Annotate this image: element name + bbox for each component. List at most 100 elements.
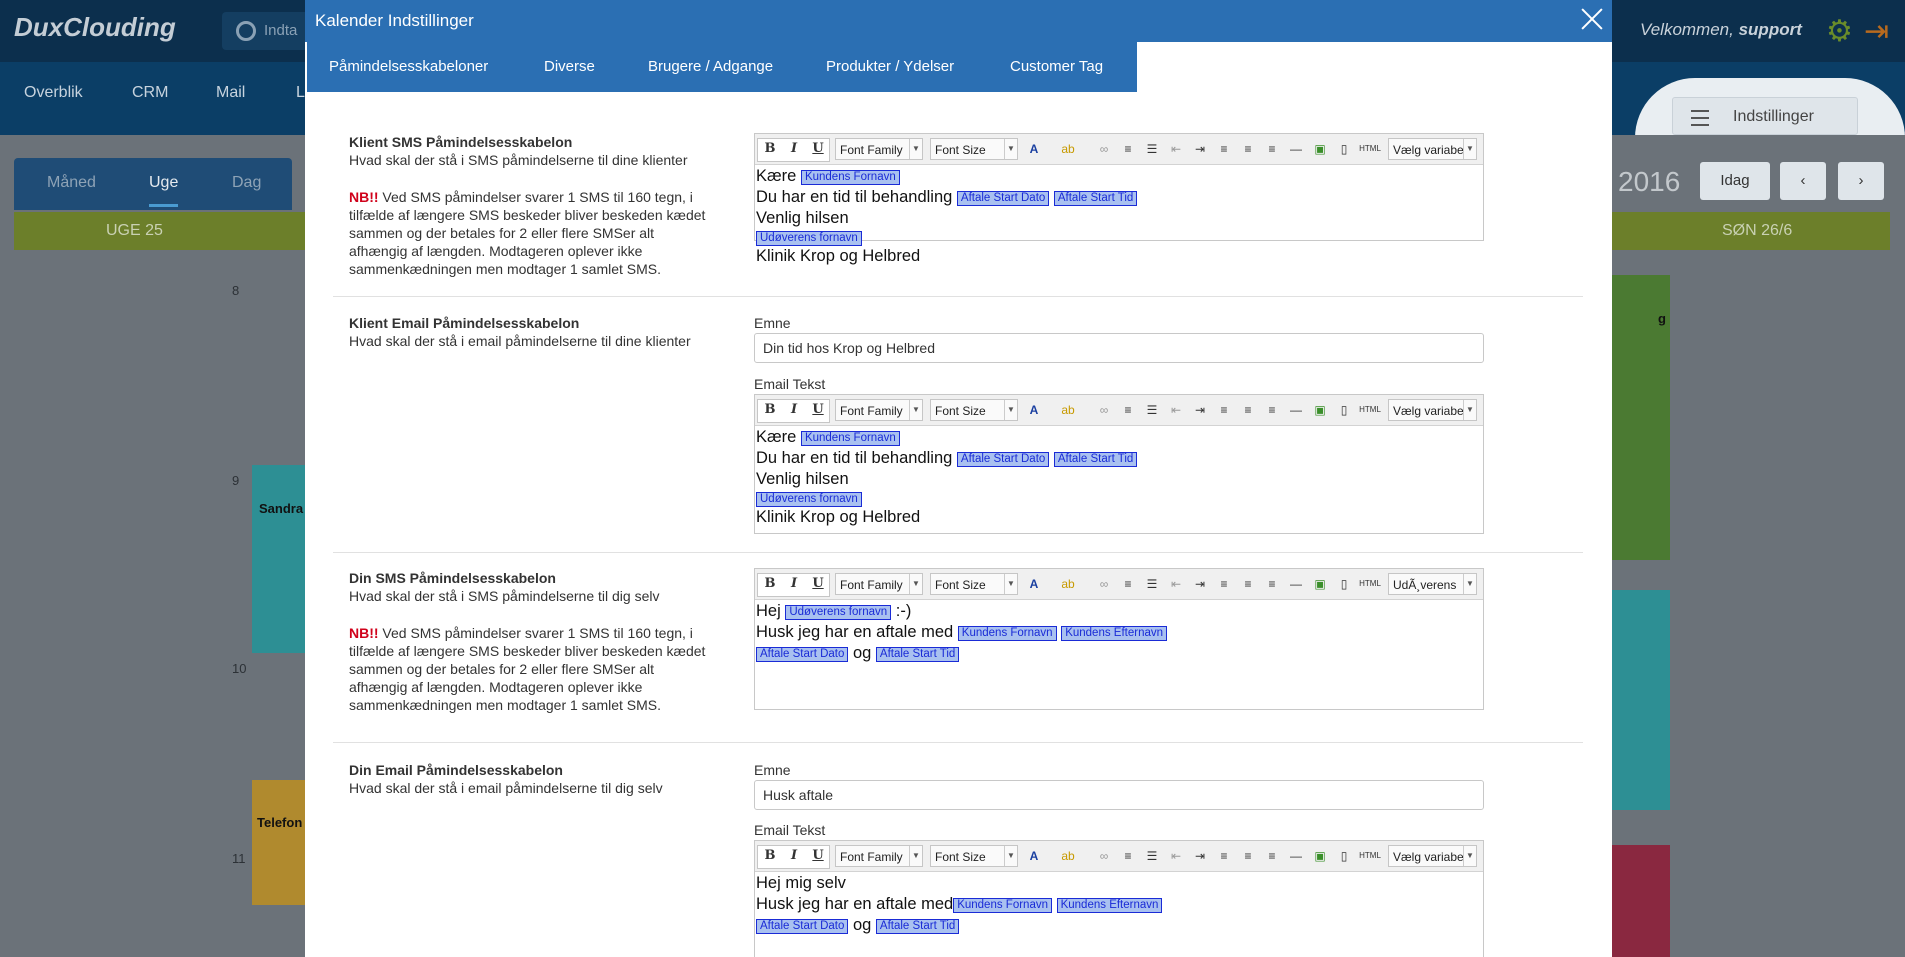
nav-item-crm[interactable]: CRM bbox=[132, 84, 168, 102]
settings-button[interactable]: Indstillinger bbox=[1672, 97, 1858, 135]
tab-customer-tag[interactable]: Customer Tag bbox=[1010, 58, 1103, 75]
today-button[interactable]: Idag bbox=[1700, 162, 1770, 200]
italic-button[interactable]: I bbox=[784, 574, 804, 594]
indent-icon[interactable]: ⇥ bbox=[1193, 577, 1207, 591]
numbered-list-icon[interactable]: ≡ bbox=[1121, 577, 1135, 591]
text-color-icon[interactable]: A bbox=[1027, 142, 1041, 156]
subject-input[interactable]: Husk aftale bbox=[754, 780, 1484, 810]
font-family-select[interactable]: Font Family ▼ bbox=[835, 138, 923, 160]
fullscreen-icon[interactable]: ▯ bbox=[1337, 403, 1351, 417]
fullscreen-icon[interactable]: ▯ bbox=[1337, 577, 1351, 591]
next-button[interactable]: › bbox=[1838, 162, 1884, 200]
editor-content[interactable]: Kære Kundens Fornavn Du har en tid til b… bbox=[755, 165, 1483, 268]
highlight-icon[interactable]: ab bbox=[1061, 577, 1075, 591]
editor-content[interactable]: Hej Udøverens fornavn :-) Husk jeg har e… bbox=[755, 600, 1483, 665]
highlight-icon[interactable]: ab bbox=[1061, 849, 1075, 863]
bold-button[interactable]: B bbox=[760, 846, 780, 866]
font-family-select[interactable]: Font Family ▼ bbox=[835, 573, 923, 595]
tab-users-access[interactable]: Brugere / Adgange bbox=[648, 58, 773, 75]
html-icon[interactable]: HTML bbox=[1359, 142, 1381, 156]
italic-button[interactable]: I bbox=[784, 846, 804, 866]
text-color-icon[interactable]: A bbox=[1027, 403, 1041, 417]
font-family-select[interactable]: Font Family ▼ bbox=[835, 399, 923, 421]
align-right-icon[interactable]: ≡ bbox=[1265, 142, 1279, 156]
rich-text-editor[interactable]: B I U Font Family ▼ Font Size ▼ A ab ∞ ≡ ☰… bbox=[754, 394, 1484, 534]
align-left-icon[interactable]: ≡ bbox=[1217, 142, 1231, 156]
fullscreen-icon[interactable]: ▯ bbox=[1337, 849, 1351, 863]
search-input[interactable]: Indta bbox=[222, 12, 312, 50]
outdent-icon[interactable]: ⇤ bbox=[1169, 142, 1183, 156]
link-icon[interactable]: ∞ bbox=[1097, 577, 1111, 591]
align-right-icon[interactable]: ≡ bbox=[1265, 849, 1279, 863]
highlight-icon[interactable]: ab bbox=[1061, 403, 1075, 417]
text-color-icon[interactable]: A bbox=[1027, 849, 1041, 863]
font-family-select[interactable]: Font Family ▼ bbox=[835, 845, 923, 867]
align-left-icon[interactable]: ≡ bbox=[1217, 577, 1231, 591]
horizontal-rule-icon[interactable]: — bbox=[1289, 577, 1303, 591]
horizontal-rule-icon[interactable]: — bbox=[1289, 849, 1303, 863]
variable-select[interactable]: Vælg variabe ▼ bbox=[1388, 845, 1477, 867]
image-icon[interactable]: ▣ bbox=[1313, 142, 1327, 156]
link-icon[interactable]: ∞ bbox=[1097, 142, 1111, 156]
bullet-list-icon[interactable]: ☰ bbox=[1145, 577, 1159, 591]
align-center-icon[interactable]: ≡ bbox=[1241, 577, 1255, 591]
italic-button[interactable]: I bbox=[784, 400, 804, 420]
indent-icon[interactable]: ⇥ bbox=[1193, 849, 1207, 863]
horizontal-rule-icon[interactable]: — bbox=[1289, 142, 1303, 156]
numbered-list-icon[interactable]: ≡ bbox=[1121, 849, 1135, 863]
nav-item-partial[interactable]: L bbox=[296, 84, 305, 102]
indent-icon[interactable]: ⇥ bbox=[1193, 403, 1207, 417]
calendar-event[interactable] bbox=[1612, 845, 1670, 957]
nav-item-overblik[interactable]: Overblik bbox=[24, 84, 83, 102]
rich-text-editor[interactable]: B I U Font Family ▼ Font Size ▼ A ab ∞ ≡ ☰… bbox=[754, 568, 1484, 710]
align-left-icon[interactable]: ≡ bbox=[1217, 849, 1231, 863]
underline-button[interactable]: U bbox=[808, 400, 828, 420]
html-icon[interactable]: HTML bbox=[1359, 849, 1381, 863]
calendar-event[interactable]: Telefon bbox=[252, 780, 307, 905]
bold-button[interactable]: B bbox=[760, 400, 780, 420]
underline-button[interactable]: U bbox=[808, 846, 828, 866]
italic-button[interactable]: I bbox=[784, 139, 804, 159]
align-left-icon[interactable]: ≡ bbox=[1217, 403, 1231, 417]
calendar-event[interactable] bbox=[1612, 590, 1670, 810]
editor-content[interactable]: Hej mig selv Husk jeg har en aftale med K… bbox=[755, 872, 1483, 937]
nav-item-mail[interactable]: Mail bbox=[216, 84, 245, 102]
image-icon[interactable]: ▣ bbox=[1313, 849, 1327, 863]
underline-button[interactable]: U bbox=[808, 574, 828, 594]
font-size-select[interactable]: Font Size ▼ bbox=[930, 845, 1018, 867]
close-icon[interactable] bbox=[1577, 4, 1607, 34]
align-center-icon[interactable]: ≡ bbox=[1241, 403, 1255, 417]
image-icon[interactable]: ▣ bbox=[1313, 577, 1327, 591]
align-right-icon[interactable]: ≡ bbox=[1265, 403, 1279, 417]
html-icon[interactable]: HTML bbox=[1359, 403, 1381, 417]
text-color-icon[interactable]: A bbox=[1027, 577, 1041, 591]
editor-content[interactable]: Kære Kundens Fornavn Du har en tid til b… bbox=[755, 426, 1483, 529]
rich-text-editor[interactable]: B I U Font Family ▼ Font Size ▼ A ab ∞ ≡ ☰… bbox=[754, 133, 1484, 265]
logout-icon[interactable]: ⇥ bbox=[1864, 14, 1889, 49]
calendar-event[interactable]: Sandra bbox=[252, 465, 307, 653]
gear-icon[interactable]: ⚙ bbox=[1826, 14, 1853, 49]
prev-button[interactable]: ‹ bbox=[1780, 162, 1826, 200]
tab-day[interactable]: Dag bbox=[232, 174, 261, 192]
link-icon[interactable]: ∞ bbox=[1097, 849, 1111, 863]
horizontal-rule-icon[interactable]: — bbox=[1289, 403, 1303, 417]
rich-text-editor[interactable]: B I U Font Family ▼ Font Size ▼ A ab ∞ ≡ ☰… bbox=[754, 840, 1484, 957]
bullet-list-icon[interactable]: ☰ bbox=[1145, 403, 1159, 417]
numbered-list-icon[interactable]: ≡ bbox=[1121, 142, 1135, 156]
variable-select[interactable]: UdÃ¸verens ▼ bbox=[1388, 573, 1477, 595]
tab-week[interactable]: Uge bbox=[149, 174, 179, 207]
underline-button[interactable]: U bbox=[808, 139, 828, 159]
variable-select[interactable]: Vælg variabe ▼ bbox=[1388, 399, 1477, 421]
numbered-list-icon[interactable]: ≡ bbox=[1121, 403, 1135, 417]
align-center-icon[interactable]: ≡ bbox=[1241, 142, 1255, 156]
fullscreen-icon[interactable]: ▯ bbox=[1337, 142, 1351, 156]
font-size-select[interactable]: Font Size ▼ bbox=[930, 399, 1018, 421]
variable-select[interactable]: Vælg variabe ▼ bbox=[1388, 138, 1477, 160]
html-icon[interactable]: HTML bbox=[1359, 577, 1381, 591]
outdent-icon[interactable]: ⇤ bbox=[1169, 577, 1183, 591]
font-size-select[interactable]: Font Size ▼ bbox=[930, 138, 1018, 160]
bold-button[interactable]: B bbox=[760, 574, 780, 594]
tab-month[interactable]: Måned bbox=[47, 174, 96, 192]
align-right-icon[interactable]: ≡ bbox=[1265, 577, 1279, 591]
link-icon[interactable]: ∞ bbox=[1097, 403, 1111, 417]
